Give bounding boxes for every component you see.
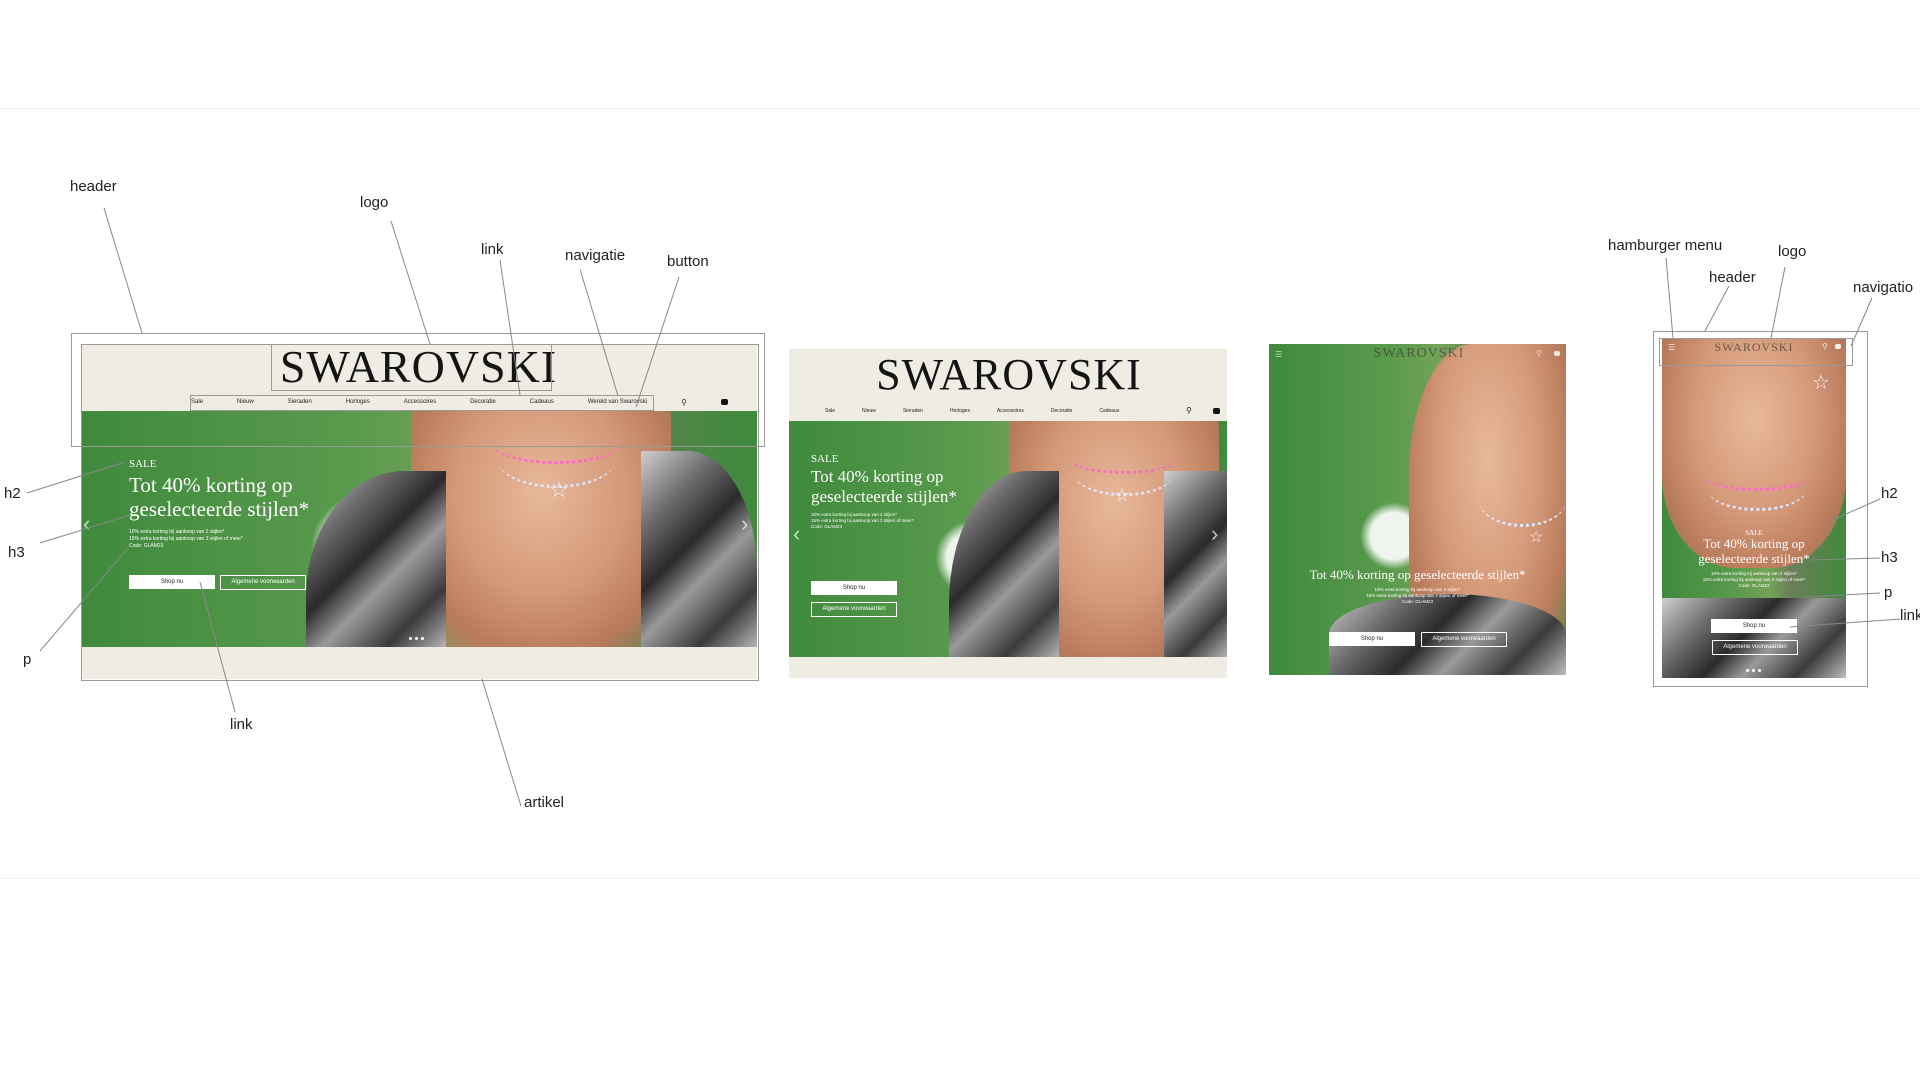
annotation-h3: h3 — [8, 544, 25, 561]
annotation-mobile-header: header — [1709, 269, 1756, 286]
annotation-artikel: artikel — [524, 794, 565, 811]
annotation-mobile-link: link — [1900, 607, 1920, 624]
annotation-hamburger: hamburger menu — [1608, 237, 1723, 254]
annotation-mobile-h2: h2 — [1881, 485, 1898, 502]
annotation-lines — [26, 207, 1901, 807]
annotation-mobile-logo: logo — [1778, 243, 1807, 260]
annotation-h2: h2 — [4, 485, 21, 502]
annotation-mobile-navigation: navigatio — [1853, 279, 1914, 296]
annotation-logo: logo — [360, 194, 389, 211]
annotation-navigatie: navigatie — [565, 247, 626, 264]
annotation-button: button — [667, 253, 709, 270]
annotation-p: p — [23, 651, 32, 668]
annotation-link-button: link — [230, 716, 253, 733]
annotation-header: header — [70, 178, 117, 195]
annotation-mobile-p: p — [1884, 584, 1893, 601]
annotation-link: link — [481, 241, 504, 258]
annotation-mobile-h3: h3 — [1881, 549, 1898, 566]
